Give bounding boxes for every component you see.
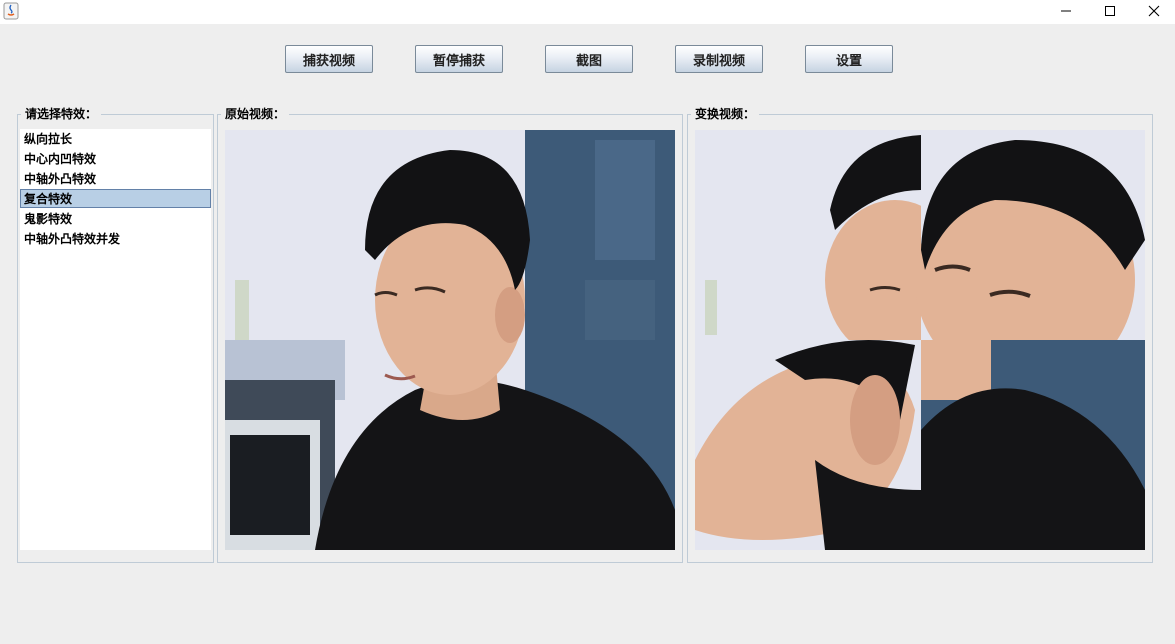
- minimize-icon: [1061, 10, 1071, 12]
- effects-list[interactable]: 纵向拉长 中心内凹特效 中轴外凸特效 复合特效 鬼影特效 中轴外凸特效并发: [20, 129, 211, 550]
- effect-list-item[interactable]: 中轴外凸特效并发: [20, 229, 211, 248]
- original-video-title: 原始视频：: [221, 106, 290, 122]
- effects-panel: 请选择特效： 纵向拉长 中心内凹特效 中轴外凸特效 复合特效 鬼影特效 中轴外凸特效并发: [17, 106, 214, 563]
- transformed-video-panel: 变换视频：: [687, 106, 1153, 563]
- minimize-button[interactable]: [1044, 0, 1088, 22]
- record-video-button[interactable]: 录制视频: [675, 45, 763, 73]
- title-bar: [0, 0, 1175, 24]
- close-button[interactable]: [1132, 0, 1175, 22]
- close-icon: [1148, 5, 1160, 17]
- effect-list-item[interactable]: 鬼影特效: [20, 209, 211, 228]
- effect-list-item[interactable]: 复合特效: [20, 189, 211, 208]
- effect-list-item[interactable]: 中心内凹特效: [20, 149, 211, 168]
- effect-list-item[interactable]: 纵向拉长: [20, 129, 211, 148]
- original-video-frame: [225, 130, 675, 550]
- effects-panel-title: 请选择特效：: [21, 106, 102, 122]
- original-video-panel: 原始视频：: [217, 106, 683, 563]
- java-app-icon: [3, 2, 19, 20]
- maximize-icon: [1105, 6, 1115, 16]
- maximize-button[interactable]: [1088, 0, 1132, 22]
- effect-list-item[interactable]: 中轴外凸特效: [20, 169, 211, 188]
- transformed-video-frame: [695, 130, 1145, 550]
- capture-video-button[interactable]: 捕获视频: [285, 45, 373, 73]
- screenshot-button[interactable]: 截图: [545, 45, 633, 73]
- transformed-video-title: 变换视频：: [691, 106, 760, 122]
- settings-button[interactable]: 设置: [805, 45, 893, 73]
- pause-capture-button[interactable]: 暂停捕获: [415, 45, 503, 73]
